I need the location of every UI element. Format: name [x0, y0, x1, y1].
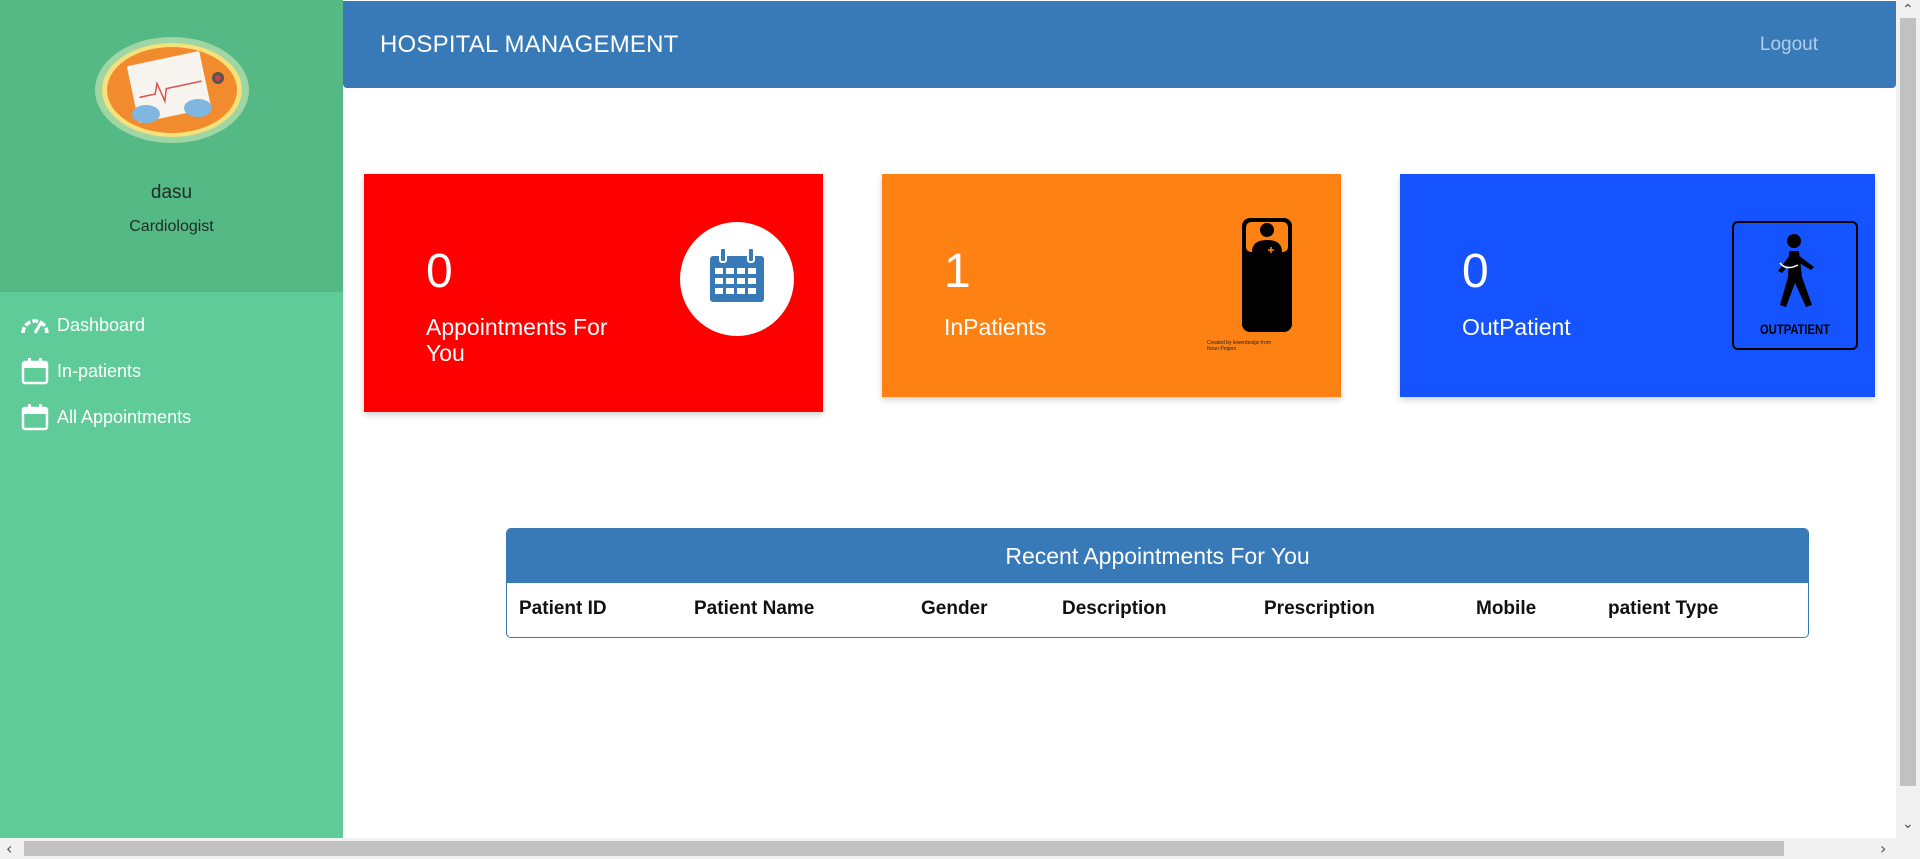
column-header: Patient ID	[519, 598, 607, 619]
column-header: Mobile	[1476, 598, 1537, 619]
sidebar: dasu Cardiologist Dashboard In-patients …	[0, 0, 343, 838]
outpatient-count: 0	[1462, 245, 1489, 298]
sidebar-item-all-appointments[interactable]: All Appointments	[20, 401, 191, 433]
app-title: HOSPITAL MANAGEMENT	[380, 31, 679, 58]
sidebar-item-label: In-patients	[57, 360, 142, 381]
calendar-icon	[680, 222, 794, 336]
outpatient-icon-label: OUTPATIENT	[1760, 321, 1830, 337]
inpatients-card[interactable]: 1 InPatients Created by lewerdesign from…	[882, 174, 1341, 397]
icon-credit: Created by lewerdesign from Noun Project	[1207, 340, 1271, 352]
horizontal-scrollbar[interactable]: ‹ ›	[0, 838, 1920, 859]
scroll-left-icon[interactable]: ‹	[6, 839, 12, 858]
top-header: HOSPITAL MANAGEMENT Logout	[343, 1, 1896, 88]
scroll-right-icon[interactable]: ›	[1880, 839, 1886, 858]
sidebar-item-in-patients[interactable]: In-patients	[20, 355, 141, 387]
recent-appointments-table: Recent Appointments For You Patient ID P…	[506, 528, 1809, 638]
logout-link[interactable]: Logout	[1760, 34, 1818, 56]
outpatient-label: OutPatient	[1462, 314, 1571, 340]
scroll-up-icon[interactable]: ⌃	[1902, 2, 1914, 18]
calendar-icon	[20, 402, 50, 432]
calendar-icon	[20, 356, 50, 386]
table-title: Recent Appointments For You	[507, 529, 1808, 583]
sidebar-item-dashboard[interactable]: Dashboard	[20, 309, 145, 341]
column-header: Prescription	[1264, 598, 1375, 619]
appointments-card[interactable]: 0 Appointments For You	[364, 174, 823, 412]
inpatients-label: InPatients	[944, 314, 1047, 340]
scroll-down-icon[interactable]: ⌄	[1902, 816, 1914, 832]
column-header: Description	[1062, 598, 1167, 619]
inpatients-count: 1	[944, 245, 971, 298]
appointments-count: 0	[426, 245, 453, 298]
column-header: Gender	[921, 598, 988, 619]
column-header: patient Type	[1608, 598, 1719, 619]
vertical-scrollbar[interactable]: ⌃ ⌄	[1896, 0, 1920, 838]
column-header: Patient Name	[694, 598, 815, 619]
appointments-label: Appointments For You	[426, 314, 608, 366]
user-name: dasu	[150, 182, 193, 203]
sidebar-item-label: Dashboard	[57, 314, 146, 335]
profile-panel: dasu Cardiologist	[0, 0, 343, 292]
avatar	[94, 36, 250, 144]
speedometer-icon	[20, 310, 50, 340]
scroll-thumb[interactable]	[24, 841, 1784, 856]
outpatient-card[interactable]: 0 OutPatient OUTPATIENT	[1400, 174, 1875, 397]
walking-patient-icon: OUTPATIENT	[1732, 221, 1858, 350]
user-role: Cardiologist	[129, 218, 214, 235]
hospital-bed-patient-icon	[1240, 216, 1294, 334]
sidebar-item-label: All Appointments	[57, 406, 192, 427]
scroll-thumb[interactable]	[1900, 18, 1916, 786]
